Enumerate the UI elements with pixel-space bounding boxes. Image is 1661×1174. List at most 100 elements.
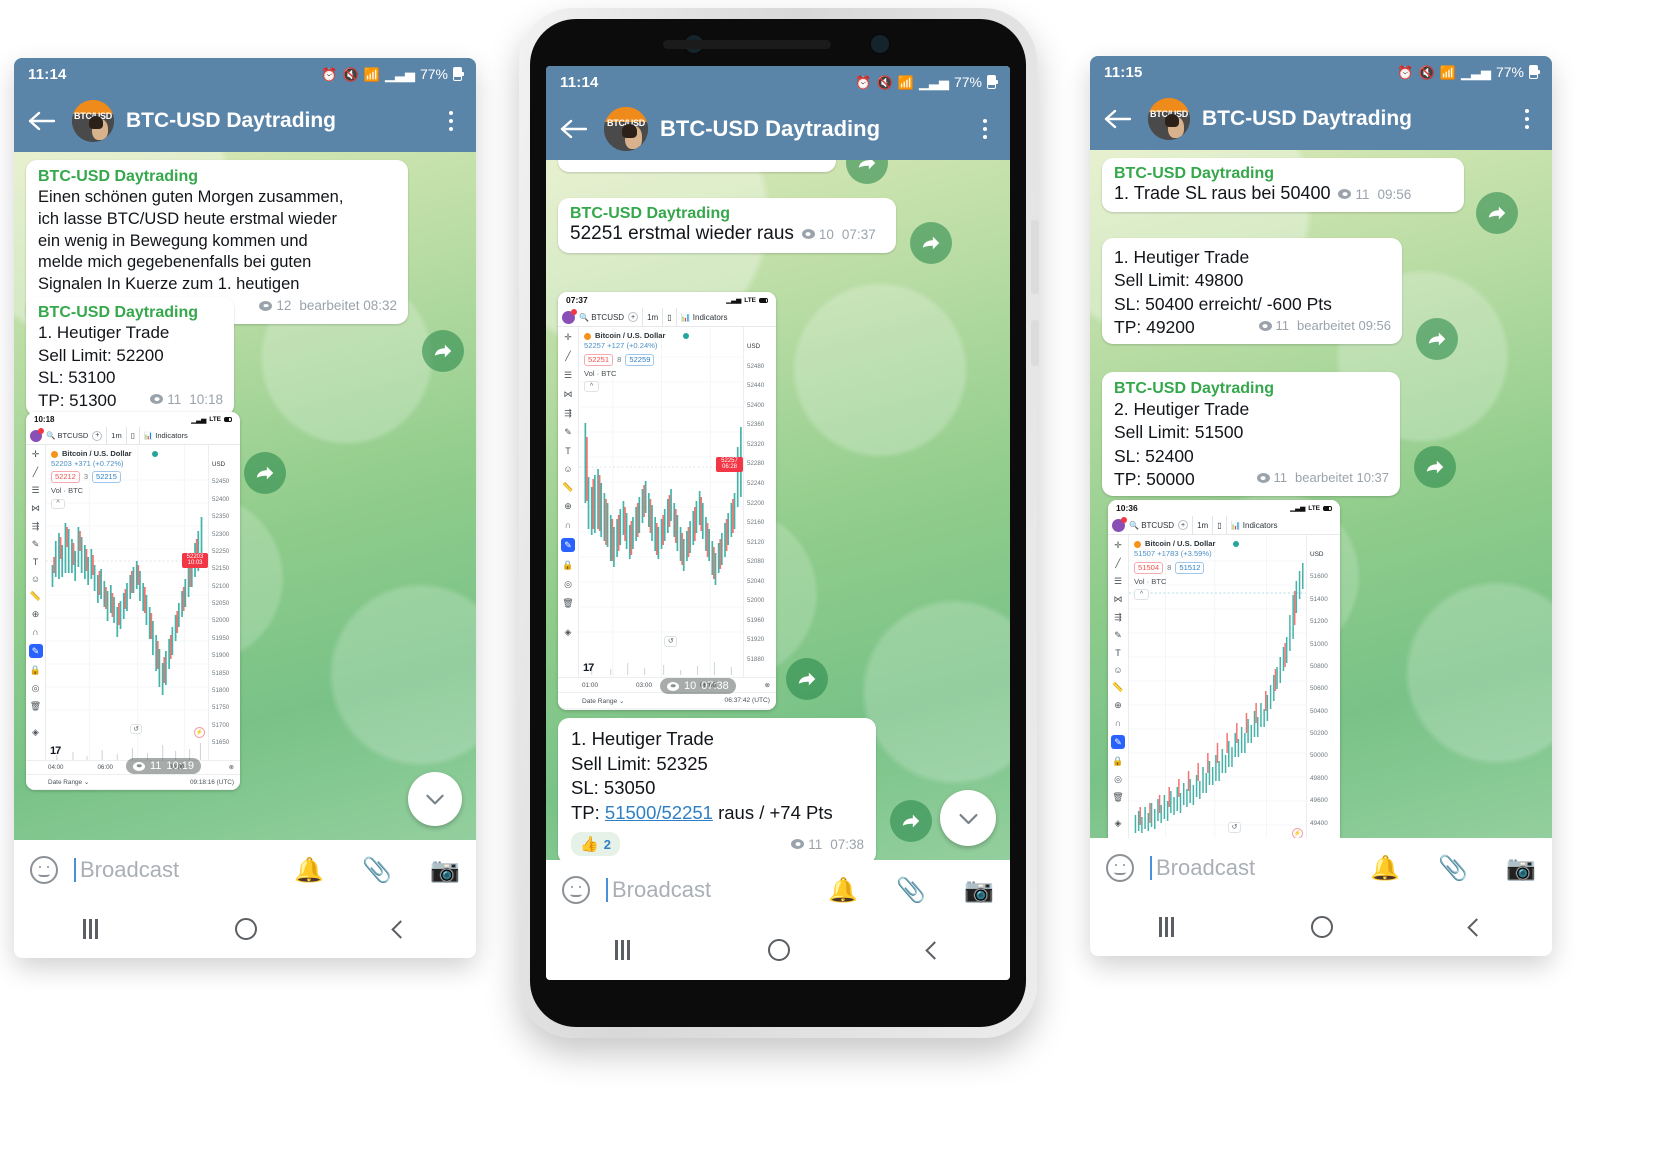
- camera-icon[interactable]: 📷: [430, 856, 460, 885]
- composer-left[interactable]: Broadcast 🔔 📎 📷: [14, 840, 476, 900]
- chart-image-message[interactable]: 10:36 ▁▃▅ LTE 🔍 BTCUSD + 1m ▯ 📊 Indicato…: [1108, 500, 1340, 838]
- recents-button[interactable]: [615, 940, 630, 960]
- ruler-tool-icon[interactable]: 📏: [30, 591, 41, 602]
- chart-interval[interactable]: 1m: [111, 431, 121, 440]
- emoji-tool-icon[interactable]: ☺: [1113, 665, 1122, 675]
- home-button[interactable]: [234, 918, 257, 940]
- recents-button[interactable]: [82, 919, 98, 939]
- forward-button[interactable]: [1414, 446, 1456, 488]
- horizontal-lines-tool-icon[interactable]: ☰: [1114, 576, 1122, 587]
- hide-tool-icon[interactable]: ◎: [564, 579, 572, 590]
- forward-button[interactable]: [890, 800, 932, 842]
- message-bubble[interactable]: BTC-USD Daytrading 1. Heutiger Trade Sel…: [26, 297, 234, 417]
- trendline-tool-icon[interactable]: ╱: [565, 351, 570, 362]
- text-tool-icon[interactable]: T: [1115, 648, 1121, 658]
- smiley-icon[interactable]: [562, 876, 590, 904]
- smiley-icon[interactable]: [1106, 854, 1134, 882]
- back-button[interactable]: [925, 940, 944, 960]
- message-bubble[interactable]: 1. Heutiger Trade Sell Limit: 52325 SL: …: [558, 718, 876, 860]
- recents-button[interactable]: [1158, 917, 1174, 937]
- back-arrow-icon[interactable]: [1104, 107, 1134, 131]
- composer-center[interactable]: Broadcast 🔔 📎 📷: [546, 860, 1010, 920]
- bell-icon[interactable]: 🔔: [1370, 854, 1400, 883]
- collapse-pane-icon[interactable]: ^: [584, 381, 599, 392]
- chart-indicators-button[interactable]: 📊 Indicators: [1231, 521, 1278, 530]
- chat-area-left[interactable]: BTC-USD Daytrading Einen schönen guten M…: [14, 152, 476, 840]
- pattern-tool-icon[interactable]: ⇶: [32, 521, 40, 532]
- android-nav-bar-left[interactable]: [14, 900, 476, 958]
- layers-tool-icon[interactable]: ◈: [565, 627, 572, 638]
- kebab-menu-icon[interactable]: [440, 109, 462, 133]
- brush-tool-icon[interactable]: ✎: [564, 427, 572, 438]
- crosshair-tool-icon[interactable]: ✛: [1114, 540, 1122, 551]
- chart-image-message[interactable]: 07:37 ▁▃▅ LTE 🔍 BTCUSD + 1m ▯ 📊 Indicato…: [558, 292, 776, 710]
- chart-image-message[interactable]: 10:18 ▁▃▅ LTE 🔍 BTCUSD + 1m ▯ 📊 Indicato…: [26, 412, 240, 790]
- message-bubble[interactable]: 1. Heutiger Trade Sell Limit: 49800 SL: …: [1102, 238, 1402, 344]
- safari-url-bar[interactable]: AA 🔒 tradingview.com ↻: [558, 708, 776, 710]
- paperclip-icon[interactable]: 📎: [362, 856, 392, 885]
- chart-symbol-search[interactable]: 🔍 BTCUSD: [46, 431, 88, 440]
- chart-alert-icon[interactable]: ⚡: [1292, 828, 1303, 838]
- date-range-dropdown[interactable]: Date Range ⌄: [582, 697, 625, 705]
- date-range-dropdown[interactable]: Date Range ⌄: [48, 778, 89, 786]
- text-tool-icon[interactable]: T: [565, 446, 571, 456]
- forward-button[interactable]: [910, 222, 952, 264]
- drawing-mode-icon[interactable]: ✎: [561, 538, 575, 552]
- delete-tool-icon[interactable]: 🗑: [562, 598, 573, 609]
- chart-tool-palette[interactable]: ✛ ╱ ☰ ⋈ ⇶ ✎ T ☺ 📏 ⊕ ∩ ✎ 🔒 ◎ 🗑 ◈: [1108, 535, 1129, 838]
- forward-button[interactable]: [846, 160, 888, 184]
- trendline-tool-icon[interactable]: ╱: [1115, 558, 1120, 569]
- composer-placeholder[interactable]: Broadcast: [80, 857, 179, 883]
- magnet-tool-icon[interactable]: ∩: [32, 627, 38, 637]
- chart-add-icon[interactable]: +: [628, 312, 639, 322]
- horizontal-lines-tool-icon[interactable]: ☰: [564, 370, 572, 381]
- forward-button[interactable]: [1476, 192, 1518, 234]
- drawing-mode-icon[interactable]: ✎: [28, 644, 43, 658]
- chart-symbol-search[interactable]: 🔍 BTCUSD: [1129, 521, 1174, 530]
- pattern-tool-icon[interactable]: ⇶: [564, 408, 572, 419]
- paperclip-icon[interactable]: 📎: [896, 876, 926, 905]
- home-button[interactable]: [768, 939, 790, 961]
- kebab-menu-icon[interactable]: [974, 117, 996, 141]
- chart-tool-palette[interactable]: ✛ ╱ ☰ ⋈ ⇶ ✎ T ☺ 📏 ⊕ ∩ ✎ 🔒 ◎ 🗑 ◈: [26, 445, 46, 760]
- volume-button[interactable]: [1031, 220, 1039, 294]
- fib-tool-icon[interactable]: ⋈: [31, 503, 40, 514]
- chat-area-right[interactable]: BTC-USD Daytrading 1. Trade SL raus bei …: [1090, 150, 1552, 838]
- magnet-tool-icon[interactable]: ∩: [1115, 718, 1121, 728]
- back-button[interactable]: [1467, 917, 1487, 937]
- chat-area-center[interactable]: 1. Trade aktiv 11 07:15 BTC-USD Daytradi…: [546, 160, 1010, 860]
- chart-settings-icon[interactable]: ⊗: [229, 764, 234, 771]
- text-tool-icon[interactable]: T: [33, 557, 39, 567]
- power-button[interactable]: [1031, 320, 1039, 366]
- camera-icon[interactable]: 📷: [964, 876, 994, 905]
- back-arrow-icon[interactable]: [28, 109, 58, 133]
- android-nav-bar-center[interactable]: [546, 920, 1010, 980]
- hide-tool-icon[interactable]: ◎: [32, 683, 40, 694]
- ruler-tool-icon[interactable]: 📏: [562, 482, 573, 493]
- chart-alert-icon[interactable]: ⚡: [194, 727, 205, 738]
- trendline-tool-icon[interactable]: ╱: [33, 467, 38, 478]
- paperclip-icon[interactable]: 📎: [1438, 854, 1468, 883]
- magnet-tool-icon[interactable]: ∩: [565, 520, 571, 530]
- forward-button[interactable]: [422, 330, 464, 372]
- brush-tool-icon[interactable]: ✎: [1114, 630, 1122, 641]
- forward-button[interactable]: [244, 452, 286, 494]
- channel-avatar[interactable]: BTC/USD: [1148, 98, 1190, 140]
- forward-button[interactable]: [1416, 318, 1458, 360]
- hide-tool-icon[interactable]: ◎: [1114, 774, 1122, 785]
- delete-tool-icon[interactable]: 🗑: [30, 701, 41, 712]
- composer-right[interactable]: Broadcast 🔔 📎 📷: [1090, 838, 1552, 898]
- chart-tool-palette[interactable]: ✛ ╱ ☰ ⋈ ⇶ ✎ T ☺ 📏 ⊕ ∩ ✎ 🔒 ◎ 🗑 ◈: [558, 327, 579, 677]
- message-bubble[interactable]: BTC-USD Daytrading 1. Trade SL raus bei …: [1102, 158, 1464, 212]
- reaction-chip[interactable]: 👍 2: [571, 832, 620, 857]
- candle-style-icon[interactable]: ▯: [131, 431, 135, 440]
- layers-tool-icon[interactable]: ◈: [32, 727, 39, 738]
- scroll-to-bottom-button[interactable]: [940, 790, 996, 846]
- collapse-pane-icon[interactable]: ^: [51, 498, 65, 509]
- chart-add-icon[interactable]: +: [1178, 520, 1189, 530]
- brush-tool-icon[interactable]: ✎: [32, 539, 40, 550]
- channel-avatar[interactable]: BTC/USD: [72, 100, 114, 142]
- chart-indicators-button[interactable]: 📊 Indicators: [144, 431, 188, 440]
- android-nav-bar-right[interactable]: [1090, 898, 1552, 956]
- forward-button[interactable]: [786, 658, 828, 700]
